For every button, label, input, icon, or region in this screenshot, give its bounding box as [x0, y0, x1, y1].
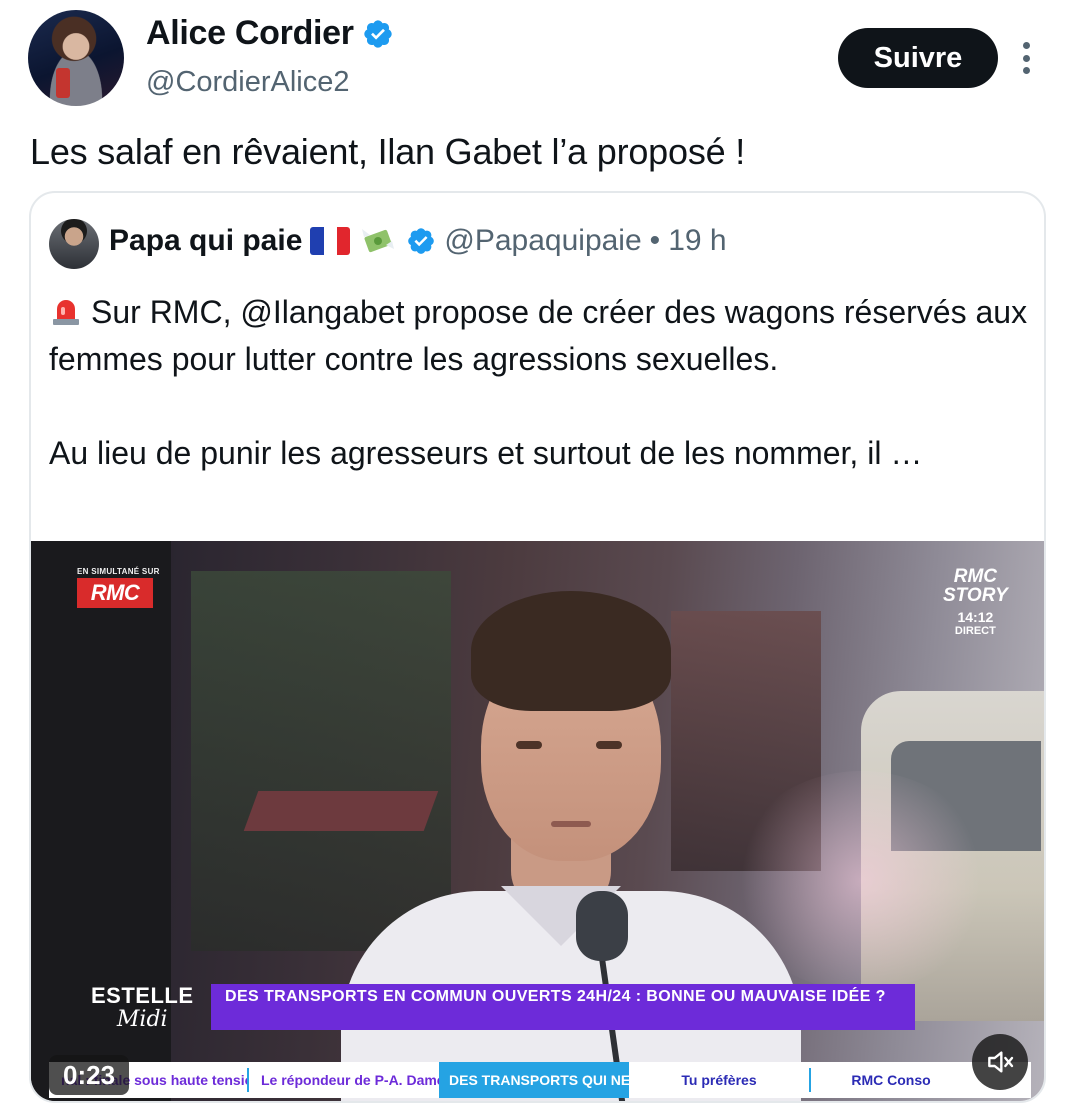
story-live-label: DIRECT: [954, 625, 996, 637]
story-clock: 14:12: [957, 609, 994, 625]
show-logo-line-2: Midi: [116, 1007, 168, 1032]
volume-muted-icon: [988, 1051, 1014, 1073]
quoted-tweet-card[interactable]: Papa qui paie @Papaquipaie • 19 h Sur RM…: [29, 191, 1046, 1103]
rmc-simulcast-label: EN SIMULTANÉ SUR: [77, 567, 160, 576]
video-headline-banner: DES TRANSPORTS EN COMMUN OUVERTS 24H/24 …: [211, 984, 915, 1030]
ticker-item: Le répondeur de P-A. Damecour: [261, 1072, 439, 1088]
video-duration-badge: 0:23: [49, 1055, 130, 1095]
story-line-1: RMC: [953, 566, 998, 587]
quoted-author-handle[interactable]: @Papaquipaie: [444, 224, 641, 258]
rmc-story-logo: RMC STORY 14:12 DIRECT: [943, 567, 1008, 637]
author-handle[interactable]: @CordierAlice2: [146, 66, 350, 99]
video-player[interactable]: EN SIMULTANÉ SUR RMC RMC STORY 14:12 DIR…: [31, 541, 1044, 1101]
rmc-logo: RMC: [77, 578, 153, 608]
quoted-author-row: Papa qui paie @Papaquipaie • 19 h: [109, 223, 727, 259]
video-ticker: nal : finale sous haute tension ? Le rép…: [49, 1062, 1031, 1098]
show-logo: ESTELLE Midi: [91, 983, 194, 1032]
money-with-wings-icon: [362, 229, 395, 253]
quoted-text-line-2: Au lieu de punir les agresseurs et surto…: [49, 435, 923, 471]
more-vertical-icon[interactable]: [1012, 38, 1040, 78]
quoted-author-avatar[interactable]: [49, 219, 99, 269]
quoted-author-name[interactable]: Papa qui paie: [109, 224, 302, 258]
ticker-item: Tu préfères: [681, 1072, 757, 1088]
quoted-text-paragraph-1: Sur RMC, @Ilangabet propose de créer des…: [49, 289, 1029, 383]
quoted-timestamp[interactable]: 19 h: [668, 224, 726, 258]
quoted-verified-badge-icon: [408, 228, 435, 254]
show-logo-line-1: ESTELLE: [91, 983, 194, 1008]
story-line-2: STORY: [943, 585, 1008, 606]
quoted-separator: •: [649, 224, 661, 257]
ticker-item: RMC Conso: [851, 1072, 931, 1088]
mute-button[interactable]: [972, 1034, 1028, 1090]
quoted-tweet-text: Sur RMC, @Ilangabet propose de créer des…: [49, 289, 1029, 477]
ticker-item-active: DES TRANSPORTS QUI NE DORMENT JAMAIS ?: [439, 1062, 629, 1098]
rotating-light-icon: [53, 300, 79, 325]
author-avatar[interactable]: [28, 10, 124, 106]
quoted-text-line-1: Sur RMC, @Ilangabet propose de créer des…: [49, 294, 1028, 377]
follow-button[interactable]: Suivre: [838, 28, 998, 88]
microphone-icon: [576, 891, 628, 961]
verified-badge-icon: [364, 19, 392, 48]
french-flag-icon: [310, 227, 351, 255]
tweet-text: Les salaf en rêvaient, Ilan Gabet l’a pr…: [30, 131, 746, 172]
author-display-name[interactable]: Alice Cordier: [146, 14, 354, 53]
author-name-row: Alice Cordier: [146, 14, 394, 53]
rmc-channel-logo: EN SIMULTANÉ SUR RMC: [77, 567, 160, 608]
